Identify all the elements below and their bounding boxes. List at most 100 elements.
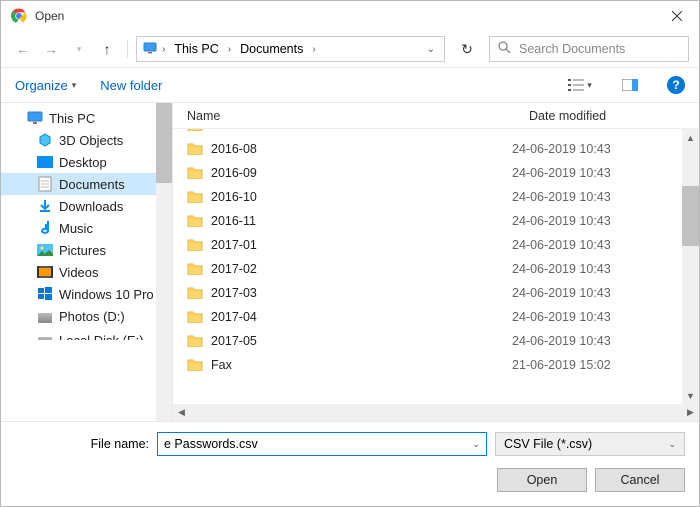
breadcrumb-dropdown[interactable]: ⌄	[424, 44, 438, 55]
pictures-icon	[37, 242, 53, 258]
file-name: 2017-02	[211, 262, 512, 276]
preview-pane-button[interactable]	[617, 72, 643, 98]
file-row[interactable]: 2016-1124-06-2019 10:43	[173, 209, 682, 233]
nav-bar: ← → ▾ ↑ › This PC › Documents › ⌄ ↻ Sear…	[1, 31, 699, 67]
tree-item-music[interactable]: Music	[1, 217, 172, 239]
help-button[interactable]: ?	[667, 76, 685, 94]
tree-view[interactable]: This PC 3D Objects DesktopDocumentsDownloa…	[1, 103, 173, 421]
recent-dropdown[interactable]: ▾	[67, 37, 91, 61]
chevron-right-icon[interactable]: ›	[309, 44, 318, 55]
search-input[interactable]: Search Documents	[489, 36, 689, 62]
tree-item-label: Videos	[59, 265, 99, 280]
file-name: 2017-05	[211, 334, 512, 348]
scroll-right-icon[interactable]: ▶	[682, 404, 699, 421]
drive-icon	[37, 332, 53, 348]
tree-item-videos[interactable]: Videos	[1, 261, 172, 283]
scroll-thumb[interactable]	[156, 103, 172, 183]
downloads-icon	[37, 198, 53, 214]
tree-item-downloads[interactable]: Downloads	[1, 195, 172, 217]
file-row[interactable]	[173, 129, 682, 137]
file-row[interactable]: 2016-0824-06-2019 10:43	[173, 137, 682, 161]
tree-item-photos-d-[interactable]: Photos (D:)	[1, 305, 172, 327]
search-placeholder: Search Documents	[519, 42, 625, 56]
breadcrumb-item[interactable]: Documents	[236, 40, 307, 58]
file-row[interactable]: 2017-0424-06-2019 10:43	[173, 305, 682, 329]
cancel-button[interactable]: Cancel	[595, 468, 685, 492]
breadcrumb[interactable]: › This PC › Documents › ⌄	[136, 36, 445, 62]
tree-item-local-disk-e-[interactable]: Local Disk (E:)	[1, 329, 172, 351]
column-date[interactable]: Date modified	[529, 109, 699, 123]
scroll-up-icon[interactable]: ▲	[682, 129, 699, 146]
tree-item-label: Photos (D:)	[59, 309, 125, 324]
file-row[interactable]: Fax21-06-2019 15:02	[173, 353, 682, 377]
file-name: 2017-01	[211, 238, 512, 252]
tree-item-pictures[interactable]: Pictures	[1, 239, 172, 261]
horizontal-scrollbar[interactable]: ◀ ▶	[173, 404, 699, 421]
file-name: 2016-10	[211, 190, 512, 204]
file-row[interactable]: 2017-0324-06-2019 10:43	[173, 281, 682, 305]
chevron-right-icon[interactable]: ›	[159, 44, 168, 55]
tree-item-label: 3D Objects	[59, 133, 123, 148]
file-pane: Name Date modified 2016-0824-06-2019 10:…	[173, 103, 699, 421]
tree-item-label: Windows 10 Pro	[59, 287, 154, 302]
filename-input[interactable]: e Passwords.csv ⌄	[157, 432, 487, 456]
tree-scrollbar[interactable]	[156, 103, 172, 421]
back-button[interactable]: ←	[11, 37, 35, 61]
view-button[interactable]: ▾	[567, 72, 593, 98]
file-name: 2016-11	[211, 214, 512, 228]
scroll-thumb[interactable]	[682, 186, 699, 246]
column-header[interactable]: Name Date modified	[173, 103, 699, 129]
music-icon	[37, 220, 53, 236]
file-row[interactable]: 2016-0924-06-2019 10:43	[173, 161, 682, 185]
up-button[interactable]: ↑	[95, 37, 119, 61]
chevron-down-icon[interactable]: ⌄	[472, 439, 480, 450]
breadcrumb-item[interactable]: This PC	[170, 40, 222, 58]
drive-icon	[37, 308, 53, 324]
tree-item-desktop[interactable]: Desktop	[1, 151, 172, 173]
toolbar: Organize ▾ New folder ▾ ?	[1, 67, 699, 103]
file-list[interactable]: 2016-0824-06-2019 10:432016-0924-06-2019…	[173, 129, 699, 421]
file-date: 21-06-2019 15:02	[512, 358, 682, 372]
scroll-left-icon[interactable]: ◀	[173, 404, 190, 421]
tree-item-documents[interactable]: Documents	[1, 173, 172, 195]
chevron-right-icon[interactable]: ›	[225, 44, 234, 55]
title-bar: Open	[1, 1, 699, 31]
forward-button[interactable]: →	[39, 37, 63, 61]
file-name: 2016-09	[211, 166, 512, 180]
tree-item-windows-10-pro[interactable]: Windows 10 Pro	[1, 283, 172, 305]
chevron-down-icon[interactable]: ⌄	[668, 439, 676, 450]
folder-icon	[187, 261, 205, 277]
close-button[interactable]	[654, 1, 699, 31]
chevron-down-icon: ▾	[587, 80, 592, 91]
scroll-down-icon[interactable]: ▼	[682, 387, 699, 404]
folder-icon	[187, 141, 205, 157]
open-button[interactable]: Open	[497, 468, 587, 492]
file-row[interactable]: 2017-0224-06-2019 10:43	[173, 257, 682, 281]
organize-button[interactable]: Organize ▾	[15, 78, 76, 93]
pc-icon	[27, 110, 43, 126]
file-date: 24-06-2019 10:43	[512, 142, 682, 156]
windows-icon	[37, 286, 53, 302]
filetype-select[interactable]: CSV File (*.csv) ⌄	[495, 432, 685, 456]
new-folder-button[interactable]: New folder	[100, 78, 162, 93]
tree-item-this-pc[interactable]: This PC	[1, 107, 172, 129]
tree-item-3d-objects[interactable]: 3D Objects	[1, 129, 172, 151]
file-name: 2016-08	[211, 142, 512, 156]
folder-icon	[187, 357, 205, 373]
file-row[interactable]: 2017-0524-06-2019 10:43	[173, 329, 682, 353]
vertical-scrollbar[interactable]: ▲ ▼	[682, 129, 699, 404]
desktop-icon	[37, 154, 53, 170]
file-date: 24-06-2019 10:43	[512, 262, 682, 276]
chevron-down-icon: ▾	[72, 80, 77, 91]
column-name[interactable]: Name	[187, 109, 529, 123]
file-row[interactable]: 2016-1024-06-2019 10:43	[173, 185, 682, 209]
refresh-button[interactable]: ↻	[453, 36, 481, 62]
3d-icon	[37, 132, 53, 148]
file-row[interactable]: 2017-0124-06-2019 10:43	[173, 233, 682, 257]
chrome-icon	[11, 8, 27, 24]
window-title: Open	[35, 9, 64, 23]
file-date: 24-06-2019 10:43	[512, 334, 682, 348]
folder-icon	[187, 189, 205, 205]
file-date: 24-06-2019 10:43	[512, 190, 682, 204]
pc-icon	[143, 42, 157, 57]
